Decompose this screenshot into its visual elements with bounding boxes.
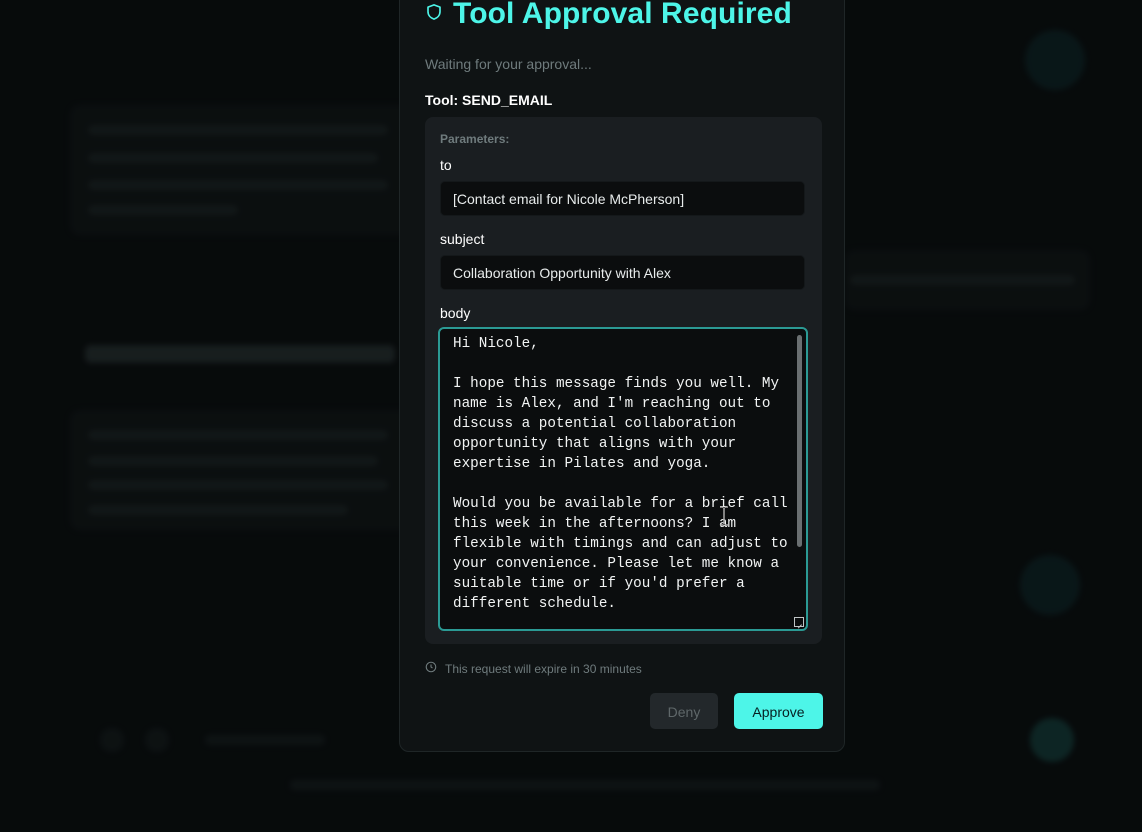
modal-header: Tool Approval Required: [425, 0, 792, 31]
to-label: to: [440, 157, 452, 173]
tool-approval-modal: Tool Approval Required Waiting for your …: [399, 0, 845, 752]
approval-status: Waiting for your approval...: [425, 56, 592, 72]
body-text[interactable]: Hi Nicole, I hope this message finds you…: [453, 334, 788, 614]
subject-field[interactable]: [440, 255, 805, 290]
approve-button[interactable]: Approve: [734, 693, 823, 729]
clock-icon: [425, 661, 445, 676]
expiry-text: This request will expire in 30 minutes: [445, 661, 642, 676]
tool-name: Tool: SEND_EMAIL: [425, 92, 553, 108]
shield-icon: [425, 3, 453, 26]
textarea-scrollbar[interactable]: [797, 335, 802, 547]
to-field[interactable]: [440, 181, 805, 216]
subject-label: subject: [440, 231, 485, 247]
deny-button[interactable]: Deny: [650, 693, 718, 729]
parameters-panel: Parameters: to subject body Hi Nicole, I…: [425, 117, 822, 644]
modal-title: Tool Approval Required: [453, 0, 792, 30]
text-cursor-icon: [720, 506, 728, 526]
parameters-title: Parameters:: [440, 132, 510, 146]
body-textarea[interactable]: Hi Nicole, I hope this message finds you…: [438, 327, 808, 631]
body-label: body: [440, 305, 471, 321]
resize-handle-icon[interactable]: [794, 617, 804, 627]
expiry-notice: This request will expire in 30 minutes: [425, 661, 642, 676]
